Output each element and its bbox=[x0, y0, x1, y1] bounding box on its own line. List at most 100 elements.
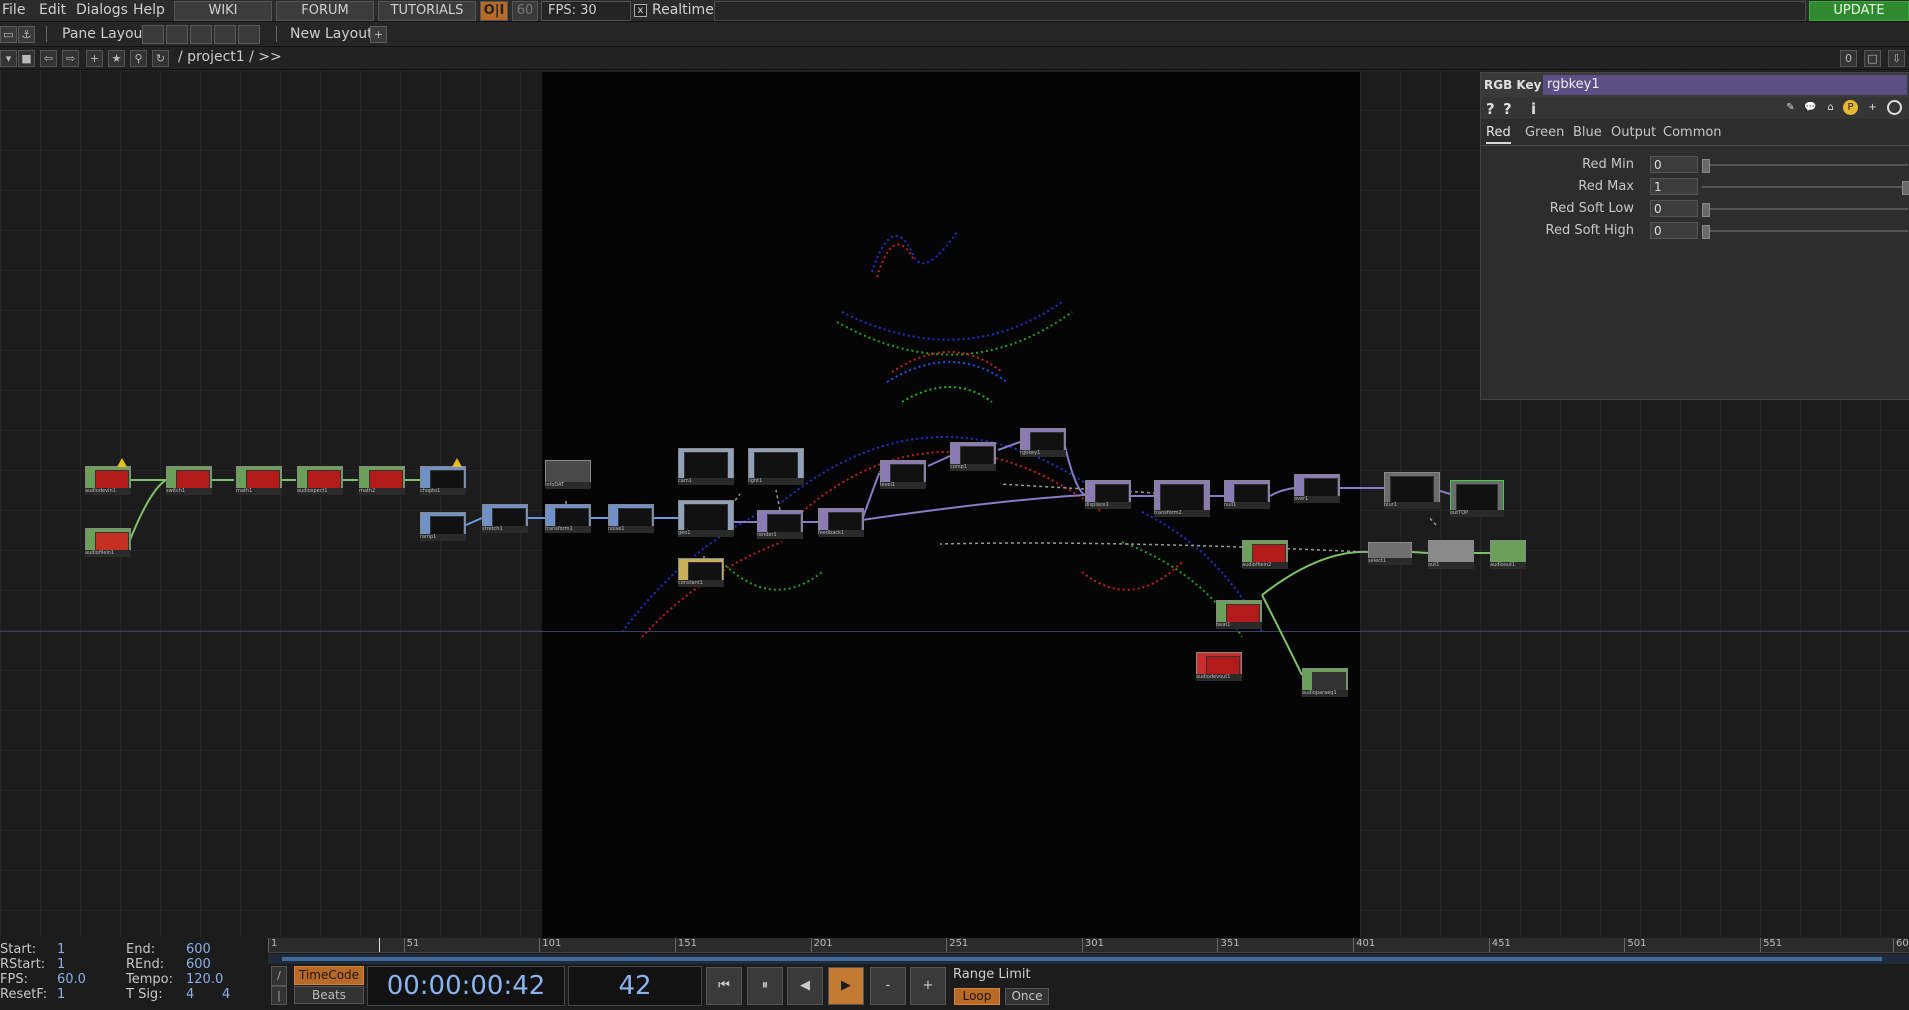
param-slider[interactable] bbox=[1702, 230, 1908, 232]
timecode-display[interactable]: 00:00:00:42 bbox=[367, 966, 565, 1006]
rstart-value[interactable]: 1 bbox=[57, 957, 65, 972]
add-icon[interactable]: + bbox=[1865, 100, 1880, 115]
node-audioout1[interactable]: audioout1 bbox=[1490, 540, 1526, 569]
node-audioparaeq1[interactable]: audioparaeq1 bbox=[1302, 668, 1348, 697]
param-slider[interactable] bbox=[1702, 164, 1908, 166]
param-slider-knob[interactable] bbox=[1702, 225, 1710, 239]
dropdown-icon[interactable]: ▾ bbox=[0, 50, 17, 67]
node-chopto1[interactable]: chopto1 bbox=[420, 458, 466, 495]
param-slider-knob[interactable] bbox=[1902, 181, 1909, 195]
node-audiodevout1[interactable]: audiodevout1 bbox=[1196, 652, 1242, 681]
download-icon[interactable]: ⇩ bbox=[1888, 50, 1905, 67]
anchor-icon[interactable]: ⚓ bbox=[18, 26, 35, 43]
menu-edit[interactable]: Edit bbox=[39, 2, 66, 18]
playhead[interactable] bbox=[379, 938, 381, 952]
layout-quad-icon[interactable] bbox=[238, 25, 260, 44]
layout-single-icon[interactable] bbox=[142, 25, 164, 44]
network-path[interactable]: / project1 / >> bbox=[178, 49, 282, 65]
node-null1[interactable]: null1 bbox=[1224, 480, 1270, 509]
node-geo1[interactable]: geo1 bbox=[678, 500, 734, 537]
stop-icon[interactable]: ■ bbox=[18, 50, 35, 67]
node-light1[interactable]: light1 bbox=[748, 448, 804, 485]
node-math2[interactable]: math2 bbox=[359, 466, 405, 495]
operator-name-field[interactable]: rgbkey1 bbox=[1543, 75, 1907, 95]
forward-arrow-icon[interactable]: ⇨ bbox=[62, 50, 79, 67]
param-value-field[interactable]: 0 bbox=[1650, 200, 1698, 217]
layout-three-icon[interactable] bbox=[214, 25, 236, 44]
node-blur1[interactable]: blur1 bbox=[1384, 472, 1440, 509]
node-render1[interactable]: render1 bbox=[757, 510, 803, 539]
fps-value[interactable]: 60.0 bbox=[57, 972, 86, 987]
timecode-button[interactable]: TimeCode bbox=[294, 966, 364, 985]
menu-dialogs[interactable]: Dialogs bbox=[76, 2, 128, 18]
python-help-icon[interactable]: ? bbox=[1503, 100, 1512, 118]
fps-60-button[interactable]: 60 bbox=[512, 1, 538, 21]
tab-red[interactable]: Red bbox=[1486, 125, 1511, 144]
node-beat1[interactable]: beat1 bbox=[1216, 600, 1262, 629]
tsig-denominator[interactable]: 4 bbox=[222, 987, 230, 1002]
play-button[interactable]: ▶ bbox=[828, 967, 864, 1005]
search-icon[interactable]: ⚲ bbox=[130, 50, 147, 67]
node-select1[interactable]: select1 bbox=[1368, 542, 1412, 565]
node-switch1[interactable]: switch1 bbox=[166, 466, 212, 495]
node-audiofilein2[interactable]: audiofilein2 bbox=[1242, 540, 1288, 569]
node-displace1[interactable]: displace1 bbox=[1085, 480, 1131, 509]
node-over1[interactable]: over1 bbox=[1294, 474, 1340, 503]
param-value-field[interactable]: 0 bbox=[1650, 222, 1698, 239]
menu-help[interactable]: Help bbox=[133, 2, 165, 18]
param-slider-knob[interactable] bbox=[1702, 159, 1710, 173]
tag-icon[interactable]: ⌂ bbox=[1823, 100, 1838, 115]
edit-icon[interactable]: ✎ bbox=[1783, 100, 1798, 115]
pause-button[interactable]: ⏸ bbox=[747, 967, 783, 1005]
node-info-dat[interactable]: infoDAT bbox=[545, 460, 591, 489]
node-level1[interactable]: level1 bbox=[880, 460, 926, 489]
range-bar[interactable] bbox=[268, 954, 1909, 964]
node-out1[interactable]: out1 bbox=[1428, 540, 1474, 569]
back-arrow-icon[interactable]: ⇦ bbox=[40, 50, 57, 67]
frame-display[interactable]: 42 bbox=[568, 966, 702, 1006]
pane-toggle-icon[interactable]: ▭ bbox=[0, 26, 17, 43]
end-value[interactable]: 600 bbox=[186, 942, 211, 957]
timecode-toggle-icon[interactable]: / bbox=[271, 966, 287, 986]
beats-button[interactable]: Beats bbox=[294, 986, 364, 1004]
start-value[interactable]: 1 bbox=[57, 942, 65, 957]
node-rgbkey1[interactable]: rgbkey1 bbox=[1020, 428, 1066, 457]
range-slider[interactable] bbox=[282, 957, 1882, 961]
new-layout-label[interactable]: New Layout bbox=[290, 26, 373, 42]
python-icon[interactable]: P bbox=[1843, 100, 1858, 115]
refresh-icon[interactable]: ↻ bbox=[152, 50, 169, 67]
loop-button[interactable]: Loop bbox=[954, 988, 1000, 1005]
node-out-top[interactable]: outTOP bbox=[1450, 480, 1504, 517]
param-value-field[interactable]: 1 bbox=[1650, 178, 1698, 195]
skip-to-start-button[interactable]: ⏮ bbox=[706, 967, 742, 1005]
tab-common[interactable]: Common bbox=[1663, 125, 1722, 140]
node-math1[interactable]: math1 bbox=[236, 466, 282, 495]
realtime-checkbox[interactable]: x bbox=[634, 4, 647, 17]
wiki-button[interactable]: WIKI bbox=[174, 1, 272, 21]
node-comp1[interactable]: comp1 bbox=[950, 442, 996, 471]
param-value-field[interactable]: 0 bbox=[1650, 156, 1698, 173]
node-transform1[interactable]: transform1 bbox=[545, 504, 591, 533]
add-layout-icon[interactable]: + bbox=[370, 26, 387, 43]
help-icon[interactable]: ? bbox=[1486, 100, 1495, 118]
node-transform2[interactable]: transform2 bbox=[1154, 480, 1210, 517]
node-stretch1[interactable]: stretch1 bbox=[482, 504, 528, 533]
step-back-button[interactable]: - bbox=[870, 967, 906, 1005]
timeline-ruler[interactable]: 151101151201251301351401451501551600 bbox=[268, 938, 1909, 953]
play-reverse-button[interactable]: ◀ bbox=[787, 967, 823, 1005]
tab-blue[interactable]: Blue bbox=[1573, 125, 1602, 140]
layout-vsplit-icon[interactable] bbox=[166, 25, 188, 44]
node-constant1[interactable]: constant1 bbox=[678, 558, 724, 587]
tutorials-button[interactable]: TUTORIALS bbox=[378, 1, 476, 21]
tab-green[interactable]: Green bbox=[1525, 125, 1564, 140]
update-button[interactable]: UPDATE bbox=[1809, 1, 1909, 21]
tsig-numerator[interactable]: 4 bbox=[186, 987, 194, 1002]
beats-toggle-icon[interactable]: | bbox=[271, 986, 287, 1005]
rend-value[interactable]: 600 bbox=[186, 957, 211, 972]
target-icon[interactable] bbox=[1887, 100, 1902, 115]
node-audiodevin1[interactable]: audiodevin1 bbox=[85, 458, 131, 495]
once-button[interactable]: Once bbox=[1005, 988, 1049, 1005]
node-feedback1[interactable]: feedback1 bbox=[818, 508, 864, 537]
param-slider[interactable] bbox=[1702, 208, 1908, 210]
info-icon[interactable]: i bbox=[1531, 100, 1536, 118]
